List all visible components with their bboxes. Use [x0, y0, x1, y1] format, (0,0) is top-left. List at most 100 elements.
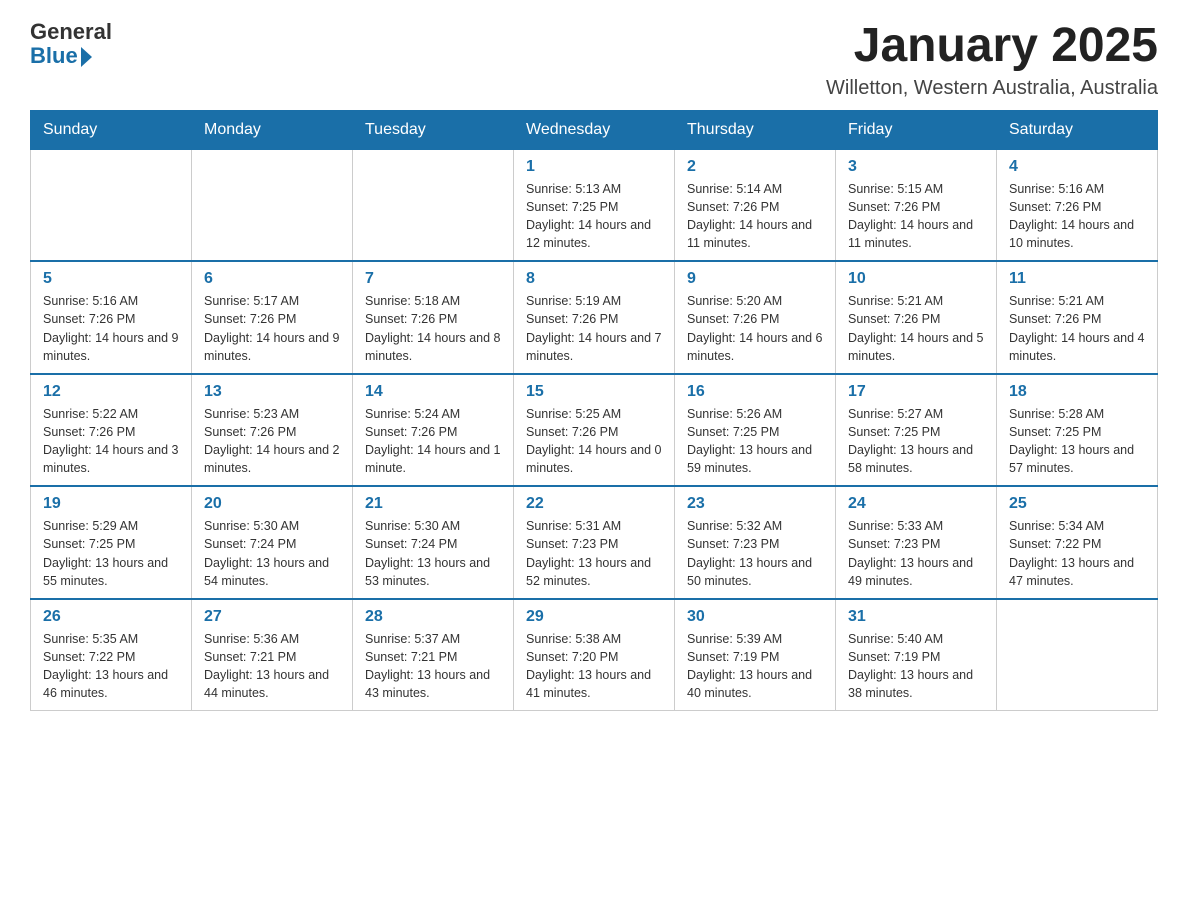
day-number: 18: [1009, 383, 1145, 401]
day-info: Sunrise: 5:34 AM Sunset: 7:22 PM Dayligh…: [1009, 517, 1145, 590]
day-number: 6: [204, 270, 340, 288]
day-info: Sunrise: 5:38 AM Sunset: 7:20 PM Dayligh…: [526, 630, 662, 703]
day-number: 2: [687, 158, 823, 176]
calendar-cell: 7 Sunrise: 5:18 AM Sunset: 7:26 PM Daylig…: [353, 261, 514, 374]
calendar-cell: 29 Sunrise: 5:38 AM Sunset: 7:20 PM Dayli…: [514, 599, 675, 711]
calendar-cell: 31 Sunrise: 5:40 AM Sunset: 7:19 PM Dayli…: [836, 599, 997, 711]
calendar-cell: [997, 599, 1158, 711]
calendar-cell: 9 Sunrise: 5:20 AM Sunset: 7:26 PM Daylig…: [675, 261, 836, 374]
calendar-header-friday: Friday: [836, 110, 997, 149]
day-info: Sunrise: 5:32 AM Sunset: 7:23 PM Dayligh…: [687, 517, 823, 590]
logo-blue-text: Blue: [30, 44, 78, 68]
day-info: Sunrise: 5:15 AM Sunset: 7:26 PM Dayligh…: [848, 180, 984, 253]
logo-general-text: General: [30, 20, 112, 44]
day-number: 30: [687, 608, 823, 626]
day-number: 29: [526, 608, 662, 626]
day-info: Sunrise: 5:18 AM Sunset: 7:26 PM Dayligh…: [365, 292, 501, 365]
calendar-cell: 1Sunrise: 5:13 AM Sunset: 7:25 PM Daylig…: [514, 149, 675, 261]
day-info: Sunrise: 5:39 AM Sunset: 7:19 PM Dayligh…: [687, 630, 823, 703]
day-info: Sunrise: 5:33 AM Sunset: 7:23 PM Dayligh…: [848, 517, 984, 590]
calendar-header-monday: Monday: [192, 110, 353, 149]
calendar-cell: [192, 149, 353, 261]
day-info: Sunrise: 5:19 AM Sunset: 7:26 PM Dayligh…: [526, 292, 662, 365]
day-info: Sunrise: 5:26 AM Sunset: 7:25 PM Dayligh…: [687, 405, 823, 478]
day-number: 24: [848, 495, 984, 513]
day-info: Sunrise: 5:21 AM Sunset: 7:26 PM Dayligh…: [848, 292, 984, 365]
calendar-cell: 19 Sunrise: 5:29 AM Sunset: 7:25 PM Dayli…: [31, 486, 192, 599]
day-number: 12: [43, 383, 179, 401]
day-info: Sunrise: 5:22 AM Sunset: 7:26 PM Dayligh…: [43, 405, 179, 478]
calendar-cell: 6Sunrise: 5:17 AM Sunset: 7:26 PM Daylig…: [192, 261, 353, 374]
day-info: Sunrise: 5:30 AM Sunset: 7:24 PM Dayligh…: [204, 517, 340, 590]
calendar-cell: 4Sunrise: 5:16 AM Sunset: 7:26 PM Daylig…: [997, 149, 1158, 261]
calendar-week-row: 19 Sunrise: 5:29 AM Sunset: 7:25 PM Dayli…: [31, 486, 1158, 599]
calendar-cell: 27 Sunrise: 5:36 AM Sunset: 7:21 PM Dayli…: [192, 599, 353, 711]
day-number: 4: [1009, 158, 1145, 176]
calendar-header-wednesday: Wednesday: [514, 110, 675, 149]
day-info: Sunrise: 5:29 AM Sunset: 7:25 PM Dayligh…: [43, 517, 179, 590]
calendar-cell: 21Sunrise: 5:30 AM Sunset: 7:24 PM Dayli…: [353, 486, 514, 599]
day-number: 10: [848, 270, 984, 288]
day-info: Sunrise: 5:37 AM Sunset: 7:21 PM Dayligh…: [365, 630, 501, 703]
day-info: Sunrise: 5:24 AM Sunset: 7:26 PM Dayligh…: [365, 405, 501, 478]
calendar-header-thursday: Thursday: [675, 110, 836, 149]
page-header: General Blue January 2025 Willetton, Wes…: [30, 20, 1158, 100]
day-number: 1: [526, 158, 662, 176]
calendar-cell: [31, 149, 192, 261]
calendar-week-row: 26Sunrise: 5:35 AM Sunset: 7:22 PM Dayli…: [31, 599, 1158, 711]
calendar-cell: 20 Sunrise: 5:30 AM Sunset: 7:24 PM Dayli…: [192, 486, 353, 599]
calendar-cell: 16 Sunrise: 5:26 AM Sunset: 7:25 PM Dayli…: [675, 374, 836, 487]
calendar-table: SundayMondayTuesdayWednesdayThursdayFrid…: [30, 110, 1158, 712]
day-number: 13: [204, 383, 340, 401]
day-info: Sunrise: 5:14 AM Sunset: 7:26 PM Dayligh…: [687, 180, 823, 253]
day-info: Sunrise: 5:25 AM Sunset: 7:26 PM Dayligh…: [526, 405, 662, 478]
calendar-cell: 24 Sunrise: 5:33 AM Sunset: 7:23 PM Dayli…: [836, 486, 997, 599]
calendar-header-tuesday: Tuesday: [353, 110, 514, 149]
calendar-week-row: 5 Sunrise: 5:16 AM Sunset: 7:26 PM Daylig…: [31, 261, 1158, 374]
day-number: 31: [848, 608, 984, 626]
day-info: Sunrise: 5:35 AM Sunset: 7:22 PM Dayligh…: [43, 630, 179, 703]
day-number: 27: [204, 608, 340, 626]
calendar-cell: 13 Sunrise: 5:23 AM Sunset: 7:26 PM Dayli…: [192, 374, 353, 487]
calendar-cell: 17Sunrise: 5:27 AM Sunset: 7:25 PM Dayli…: [836, 374, 997, 487]
calendar-cell: 12 Sunrise: 5:22 AM Sunset: 7:26 PM Dayli…: [31, 374, 192, 487]
calendar-cell: 11Sunrise: 5:21 AM Sunset: 7:26 PM Dayli…: [997, 261, 1158, 374]
day-number: 5: [43, 270, 179, 288]
calendar-cell: 18 Sunrise: 5:28 AM Sunset: 7:25 PM Dayli…: [997, 374, 1158, 487]
day-info: Sunrise: 5:20 AM Sunset: 7:26 PM Dayligh…: [687, 292, 823, 365]
day-number: 3: [848, 158, 984, 176]
day-number: 19: [43, 495, 179, 513]
calendar-cell: 30 Sunrise: 5:39 AM Sunset: 7:19 PM Dayli…: [675, 599, 836, 711]
day-number: 23: [687, 495, 823, 513]
day-number: 25: [1009, 495, 1145, 513]
calendar-cell: 23 Sunrise: 5:32 AM Sunset: 7:23 PM Dayli…: [675, 486, 836, 599]
calendar-cell: 2 Sunrise: 5:14 AM Sunset: 7:26 PM Daylig…: [675, 149, 836, 261]
day-info: Sunrise: 5:23 AM Sunset: 7:26 PM Dayligh…: [204, 405, 340, 478]
calendar-cell: 22 Sunrise: 5:31 AM Sunset: 7:23 PM Dayli…: [514, 486, 675, 599]
calendar-cell: 5 Sunrise: 5:16 AM Sunset: 7:26 PM Daylig…: [31, 261, 192, 374]
day-info: Sunrise: 5:21 AM Sunset: 7:26 PM Dayligh…: [1009, 292, 1145, 365]
day-number: 21: [365, 495, 501, 513]
calendar-week-row: 1Sunrise: 5:13 AM Sunset: 7:25 PM Daylig…: [31, 149, 1158, 261]
day-number: 14: [365, 383, 501, 401]
calendar-header-row: SundayMondayTuesdayWednesdayThursdayFrid…: [31, 110, 1158, 149]
day-info: Sunrise: 5:36 AM Sunset: 7:21 PM Dayligh…: [204, 630, 340, 703]
calendar-header-sunday: Sunday: [31, 110, 192, 149]
day-number: 15: [526, 383, 662, 401]
day-number: 22: [526, 495, 662, 513]
calendar-header-saturday: Saturday: [997, 110, 1158, 149]
day-info: Sunrise: 5:16 AM Sunset: 7:26 PM Dayligh…: [43, 292, 179, 365]
calendar-cell: 15 Sunrise: 5:25 AM Sunset: 7:26 PM Dayli…: [514, 374, 675, 487]
day-info: Sunrise: 5:31 AM Sunset: 7:23 PM Dayligh…: [526, 517, 662, 590]
calendar-cell: 26Sunrise: 5:35 AM Sunset: 7:22 PM Dayli…: [31, 599, 192, 711]
day-number: 20: [204, 495, 340, 513]
day-info: Sunrise: 5:40 AM Sunset: 7:19 PM Dayligh…: [848, 630, 984, 703]
day-info: Sunrise: 5:27 AM Sunset: 7:25 PM Dayligh…: [848, 405, 984, 478]
day-number: 28: [365, 608, 501, 626]
day-number: 9: [687, 270, 823, 288]
calendar-cell: 14 Sunrise: 5:24 AM Sunset: 7:26 PM Dayli…: [353, 374, 514, 487]
day-info: Sunrise: 5:28 AM Sunset: 7:25 PM Dayligh…: [1009, 405, 1145, 478]
logo: General Blue: [30, 20, 112, 68]
day-number: 16: [687, 383, 823, 401]
day-number: 7: [365, 270, 501, 288]
